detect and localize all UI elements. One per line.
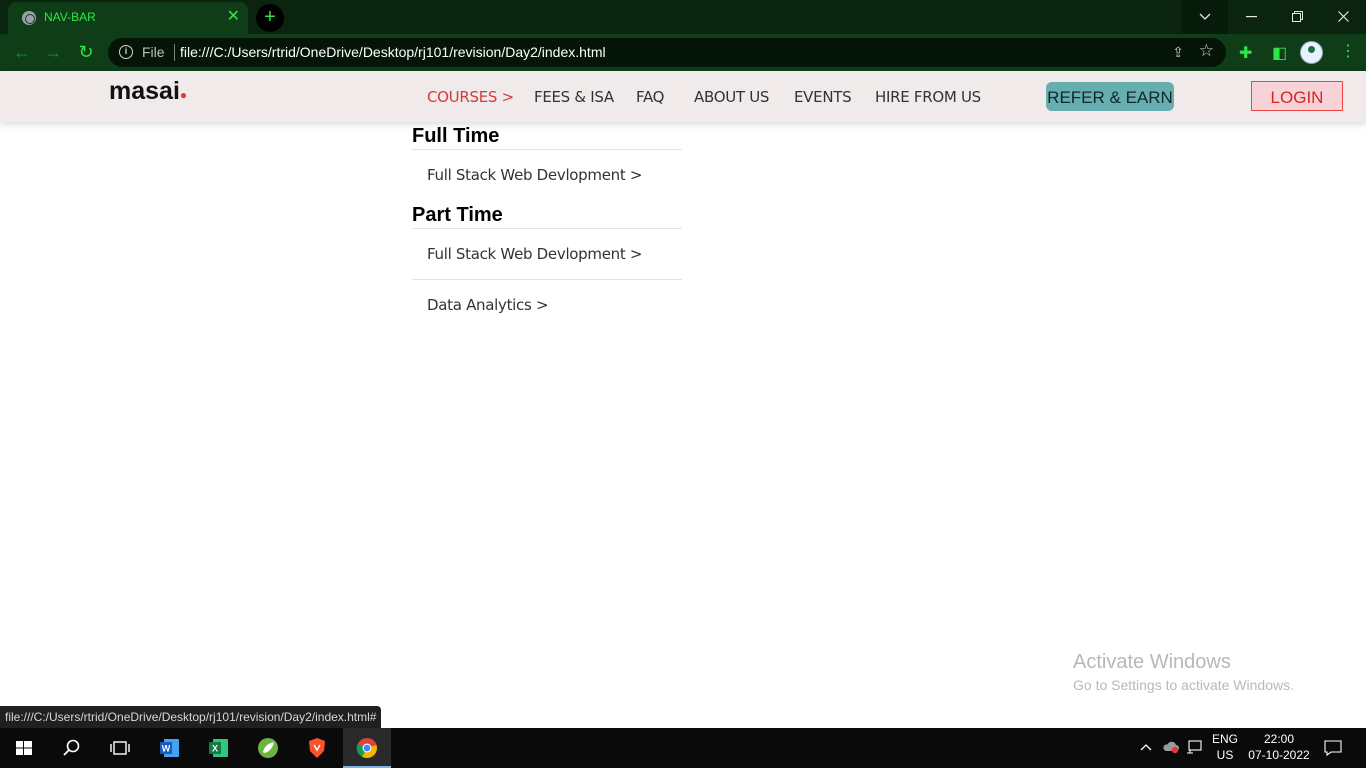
forward-arrow-icon[interactable]: → <box>42 42 64 64</box>
address-bar[interactable]: i File file:///C:/Users/rtrid/OneDrive/D… <box>108 38 1226 67</box>
close-icon <box>1337 11 1349 22</box>
restore-button[interactable] <box>1274 0 1320 34</box>
activate-windows-subtitle: Go to Settings to activate Windows. <box>1073 677 1294 693</box>
windows-taskbar: W X ENG US 22:00 07-10-2022 <box>0 728 1366 768</box>
courses-dropdown: Full Time Full Stack Web Devlopment > Pa… <box>412 122 682 331</box>
tray-chevron-up-icon[interactable] <box>1140 740 1152 780</box>
extensions-puzzle-icon[interactable]: ✚ <box>1239 43 1252 63</box>
masai-logo[interactable]: masai● <box>109 77 187 106</box>
clock-date: 07-10-2022 <box>1248 748 1310 762</box>
taskbar-search-button[interactable] <box>48 728 96 768</box>
part-time-fsd-link[interactable]: Full Stack Web Devlopment > <box>412 229 682 280</box>
bookmark-star-icon[interactable]: ☆ <box>1199 41 1214 61</box>
globe-icon <box>22 11 36 25</box>
url-text[interactable]: file:///C:/Users/rtrid/OneDrive/Desktop/… <box>180 44 606 60</box>
chevron-down-icon <box>1199 13 1211 20</box>
nav-courses[interactable]: COURSES > <box>427 88 514 106</box>
part-time-heading: Part Time <box>412 201 682 229</box>
menu-kebab-icon[interactable]: ⋮ <box>1340 42 1356 62</box>
info-icon[interactable]: i <box>119 45 133 59</box>
site-navbar: masai● COURSES > FEES & ISA FAQ ABOUT US… <box>0 71 1366 122</box>
excel-icon: X <box>209 739 228 757</box>
input-language-indicator[interactable]: ENG US <box>1210 731 1240 763</box>
windows-start-icon <box>16 741 32 755</box>
windows-start-button[interactable] <box>0 728 48 768</box>
excel-app-button[interactable]: X <box>195 728 243 768</box>
logo-text: masai <box>109 77 180 105</box>
link-status-bubble: file:///C:/Users/rtrid/OneDrive/Desktop/… <box>0 706 382 728</box>
address-separator <box>174 44 175 61</box>
tab-search-button[interactable] <box>1182 0 1228 34</box>
full-time-heading: Full Time <box>412 122 682 150</box>
svg-text:X: X <box>212 744 218 754</box>
part-time-data-analytics-link[interactable]: Data Analytics > <box>412 280 682 331</box>
close-window-button[interactable] <box>1320 0 1366 34</box>
logo-dot: ● <box>179 88 188 102</box>
lang-line-2: US <box>1216 748 1234 762</box>
restore-icon <box>1291 11 1303 23</box>
onedrive-cloud-icon[interactable] <box>1162 740 1180 780</box>
brave-icon <box>309 738 325 758</box>
activate-windows-title: Activate Windows <box>1073 651 1231 673</box>
minimize-icon <box>1245 15 1257 17</box>
spring-app-button[interactable] <box>244 728 292 768</box>
chrome-icon <box>356 738 377 759</box>
browser-toolbar: ← → ↻ i File file:///C:/Users/rtrid/OneD… <box>0 34 1366 71</box>
nav-fees-isa[interactable]: FEES & ISA <box>534 88 614 106</box>
nav-faq[interactable]: FAQ <box>636 88 664 106</box>
browser-tab[interactable]: NAV-BAR ✕ <box>8 2 248 34</box>
nav-hire-from-us[interactable]: HIRE FROM US <box>875 88 981 106</box>
share-icon[interactable]: ⇪ <box>1172 44 1184 61</box>
task-view-button[interactable] <box>96 728 144 768</box>
nav-about-us[interactable]: ABOUT US <box>694 88 769 106</box>
svg-text:W: W <box>162 744 171 754</box>
refer-and-earn-button[interactable]: REFER & EARN <box>1046 82 1174 111</box>
taskbar-clock[interactable]: 22:00 07-10-2022 <box>1244 731 1314 763</box>
network-icon[interactable] <box>1186 740 1202 780</box>
brave-app-button[interactable] <box>293 728 341 768</box>
chrome-app-button[interactable] <box>343 728 391 768</box>
task-view-icon <box>110 741 130 755</box>
word-icon: W <box>160 739 179 757</box>
clock-time: 22:00 <box>1263 732 1295 746</box>
back-arrow-icon[interactable]: ← <box>11 42 33 64</box>
nav-events[interactable]: EVENTS <box>794 88 852 106</box>
browser-tab-bar: NAV-BAR ✕ + <box>0 0 1366 34</box>
profile-avatar[interactable] <box>1300 41 1323 64</box>
lang-line-1: ENG <box>1211 732 1238 746</box>
tab-close-icon[interactable]: ✕ <box>227 7 240 27</box>
reload-icon[interactable]: ↻ <box>75 42 97 64</box>
full-time-fsd-link[interactable]: Full Stack Web Devlopment > <box>412 150 682 201</box>
login-button[interactable]: LOGIN <box>1251 81 1343 111</box>
url-scheme-label: File <box>142 44 165 60</box>
search-icon <box>63 739 80 756</box>
spring-icon <box>258 738 278 758</box>
minimize-button[interactable] <box>1228 0 1274 34</box>
new-tab-button[interactable]: + <box>256 4 284 32</box>
word-app-button[interactable]: W <box>146 728 194 768</box>
notification-icon[interactable] <box>1324 740 1342 780</box>
tab-title: NAV-BAR <box>44 10 96 24</box>
side-panel-icon[interactable]: ◧ <box>1272 43 1287 63</box>
